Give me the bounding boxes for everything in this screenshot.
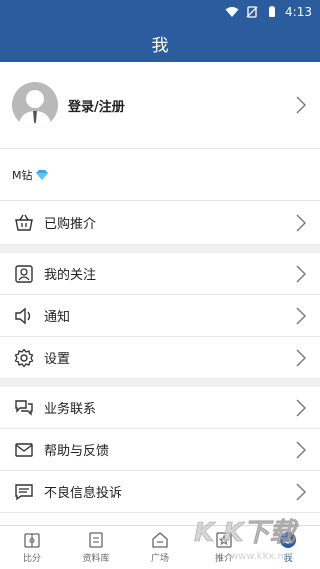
chevron-right-icon [296, 399, 306, 416]
purchased-recommendations-label: 已购推介 [44, 217, 97, 232]
help-feedback-label: 帮助与反馈 [44, 444, 110, 459]
login-register-row[interactable]: 登录/注册 [0, 62, 320, 149]
tab-database[interactable]: 资料库 [64, 526, 128, 569]
basket-icon [15, 214, 33, 231]
document-icon [89, 532, 103, 548]
scoreboard-icon [24, 533, 40, 548]
chevron-right-icon [296, 441, 306, 458]
chevron-right-icon [296, 349, 306, 366]
message-lines-icon [15, 483, 33, 500]
tab-plaza-label: 广场 [150, 554, 169, 564]
report-harmful-info-row[interactable]: 不良信息投诉 [0, 471, 320, 513]
star-card-icon [216, 532, 232, 548]
login-register-label: 登录/注册 [68, 99, 125, 115]
chevron-right-icon [296, 214, 306, 231]
my-follow-label: 我的关注 [44, 268, 97, 283]
purchased-recommendations-row[interactable]: 已购推介 [0, 201, 320, 245]
chevron-right-icon [296, 265, 306, 282]
avatar [12, 82, 58, 128]
plaza-icon [152, 532, 168, 548]
report-harmful-info-label: 不良信息投诉 [44, 486, 123, 501]
my-follow-row[interactable]: 我的关注 [0, 253, 320, 295]
tab-recommend-label: 推介 [214, 554, 233, 564]
business-contact-label: 业务联系 [44, 402, 97, 417]
wifi-icon [225, 7, 239, 17]
me-face-icon [280, 532, 296, 548]
tab-plaza[interactable]: 广场 [128, 526, 192, 569]
status-time: 4:13 [285, 5, 312, 19]
no-sim-icon [246, 6, 258, 18]
notifications-row[interactable]: 通知 [0, 295, 320, 337]
tab-me[interactable]: 我 [256, 526, 320, 569]
tab-me-label: 我 [283, 554, 293, 564]
tab-scores-label: 比分 [22, 554, 41, 564]
status-bar: 4:13 [0, 0, 320, 24]
app-bar: 我 [0, 24, 320, 62]
speaker-icon [15, 307, 31, 324]
chevron-right-icon [296, 483, 306, 500]
gear-icon [14, 347, 34, 368]
person-card-icon [15, 264, 33, 283]
bottom-tab-bar: 比分 资料库 广场 推介 我 [0, 525, 320, 569]
mail-icon [15, 442, 33, 457]
battery-icon [269, 6, 276, 17]
chevron-right-icon [296, 96, 306, 114]
m-diamond-label: M钻 [12, 168, 33, 182]
settings-row[interactable]: 设置 [0, 337, 320, 379]
m-diamond-row[interactable]: M钻 [0, 149, 320, 201]
tab-scores[interactable]: 比分 [0, 526, 64, 569]
chevron-right-icon [296, 307, 306, 324]
section-divider [0, 379, 320, 387]
user-avatar-icon [18, 90, 52, 128]
tab-recommend[interactable]: 推介 [192, 526, 256, 569]
notifications-label: 通知 [44, 310, 71, 325]
chat-bubbles-icon [15, 399, 33, 416]
help-feedback-row[interactable]: 帮助与反馈 [0, 429, 320, 471]
tab-database-label: 资料库 [82, 554, 110, 564]
page-title: 我 [151, 35, 169, 56]
settings-label: 设置 [44, 352, 71, 367]
section-divider [0, 245, 320, 253]
diamond-icon [35, 169, 48, 180]
business-contact-row[interactable]: 业务联系 [0, 387, 320, 429]
